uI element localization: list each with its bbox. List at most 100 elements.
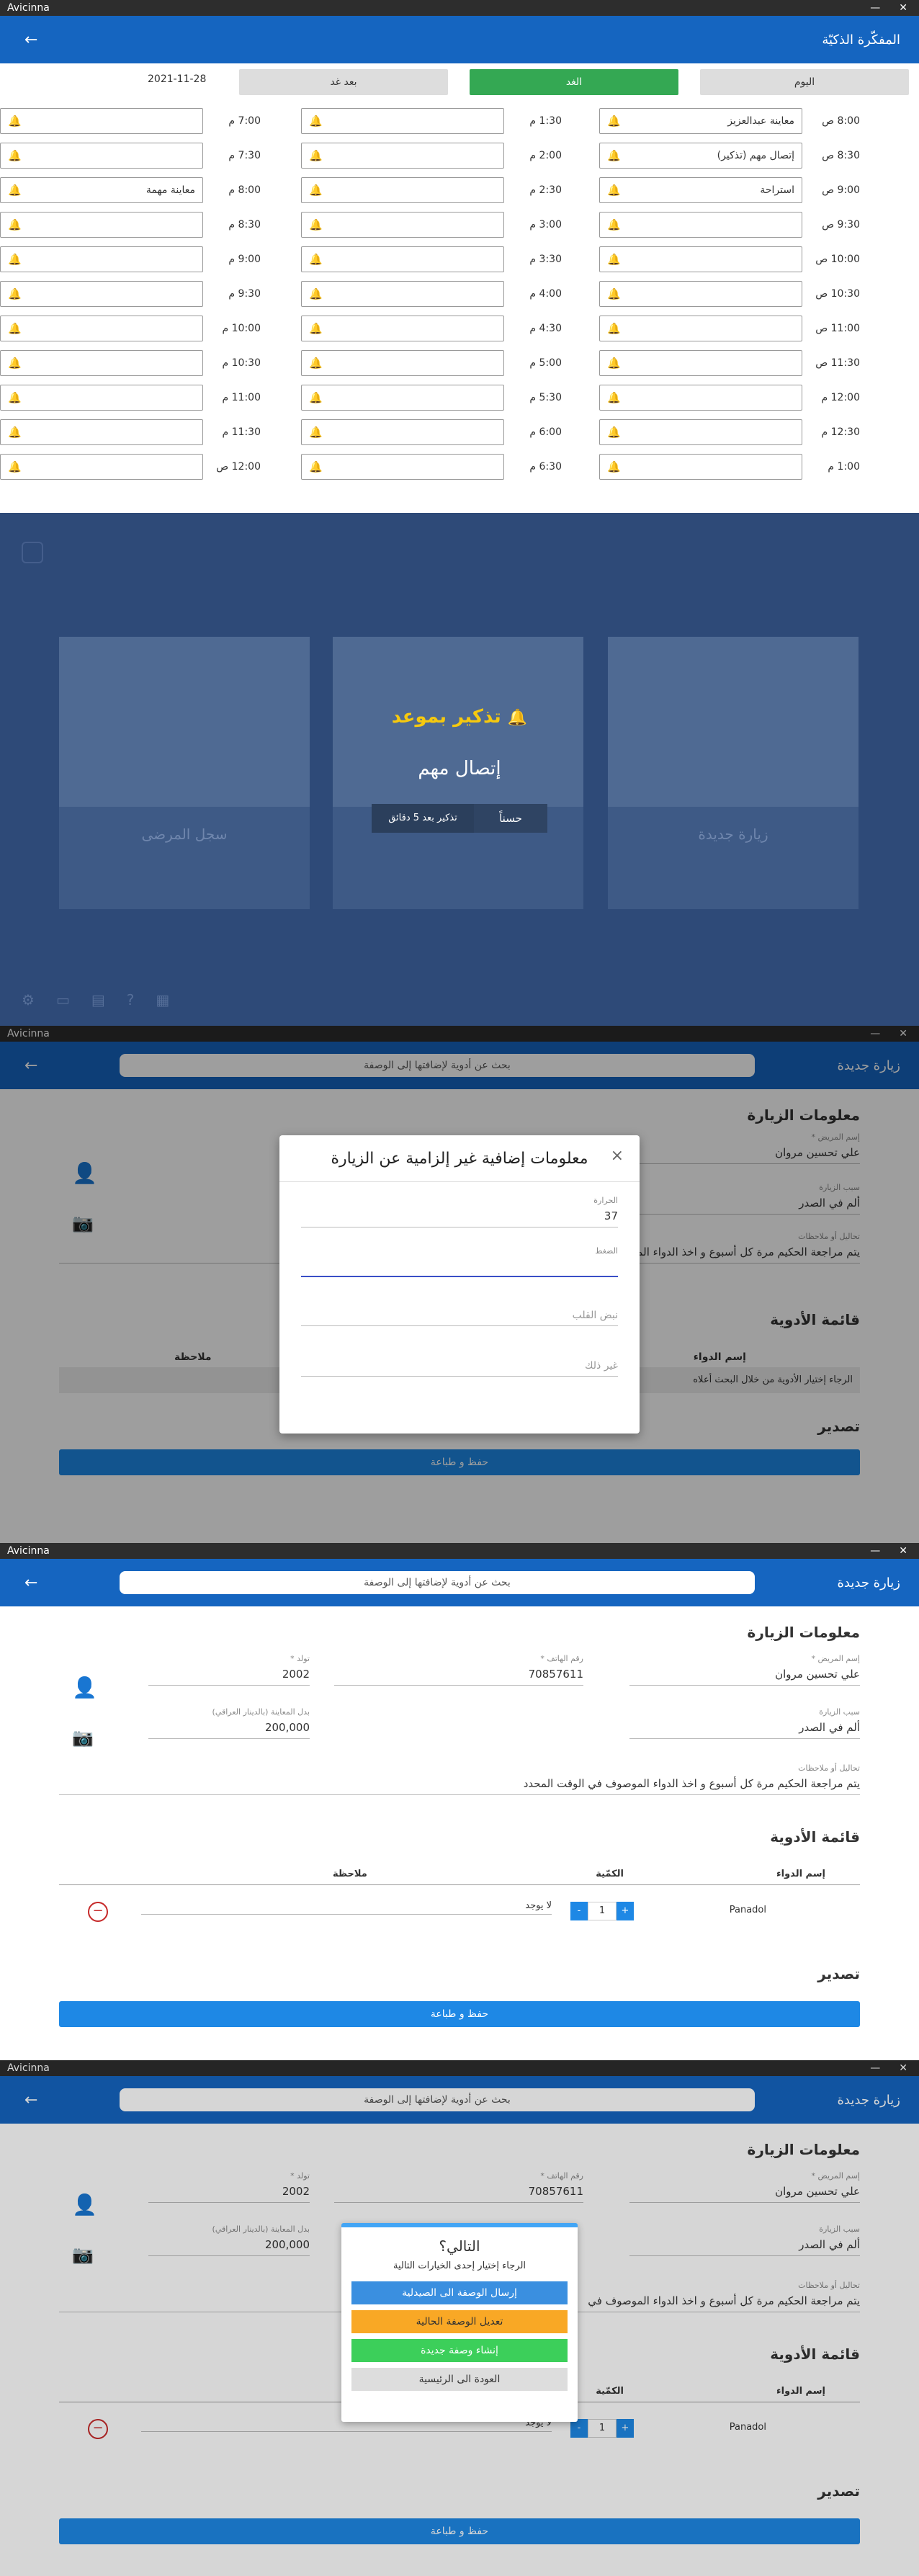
document-icon[interactable]: ▭ — [56, 991, 70, 1009]
remove-icon[interactable]: − — [88, 1902, 108, 1922]
minimize-button[interactable]: — — [870, 1545, 880, 1557]
search-input[interactable]: بحث عن أدوية لإضافتها إلى الوصفة — [120, 1571, 755, 1594]
phone-field[interactable]: رقم الهاتف * 70857611 — [334, 1654, 583, 1686]
chart-icon[interactable]: ▤ — [91, 991, 105, 1009]
slot-input[interactable]: 🔔 — [0, 212, 203, 238]
bell-icon[interactable]: 🔔 — [8, 150, 22, 161]
bell-icon[interactable]: 🔔 — [309, 392, 323, 403]
bell-icon[interactable]: 🔔 — [607, 254, 621, 265]
bell-icon[interactable]: 🔔 — [309, 323, 323, 334]
bell-icon[interactable]: 🔔 — [8, 288, 22, 300]
slot-input[interactable]: 🔔 — [599, 385, 802, 411]
slot-input[interactable]: 🔔 — [301, 246, 504, 272]
bell-icon[interactable]: 🔔 — [8, 392, 22, 403]
bell-icon[interactable]: 🔔 — [8, 219, 22, 231]
slot-input[interactable]: 🔔 — [0, 143, 203, 169]
close-button[interactable]: ✕ — [899, 2, 907, 14]
slot-input[interactable]: 🔔 — [301, 350, 504, 376]
bell-icon[interactable]: 🔔 — [607, 288, 621, 300]
slot-input[interactable]: 🔔 — [0, 385, 203, 411]
other-field[interactable]: غير ذلك — [301, 1356, 618, 1377]
ok-button[interactable]: حسناً — [474, 804, 547, 833]
bell-icon[interactable]: 🔔 — [8, 323, 22, 334]
bell-icon[interactable]: 🔔 — [8, 184, 22, 196]
slot-input[interactable]: 🔔 — [301, 281, 504, 307]
edit-prescription-button[interactable]: تعديل الوصفة الحالية — [351, 2310, 568, 2333]
slot-input[interactable]: 🔔 — [301, 108, 504, 134]
slot-input[interactable]: 🔔 — [301, 177, 504, 203]
slot-input[interactable]: معاينة مهمة 🔔 — [0, 177, 203, 203]
slot-input[interactable]: 🔔 — [599, 316, 802, 341]
reason-field[interactable]: سبب الزيارة ألم في الصدر — [629, 1707, 860, 1739]
bell-icon[interactable]: 🔔 — [607, 219, 621, 231]
pulse-field[interactable]: نبض القلب — [301, 1305, 618, 1326]
notes-field[interactable]: تحاليل أو ملاحظات يتم مراجعة الحكيم مرة ك… — [59, 1763, 860, 1795]
slot-input[interactable]: 🔔 — [599, 281, 802, 307]
bell-icon[interactable]: 🔔 — [8, 461, 22, 473]
slot-input[interactable]: 🔔 — [599, 212, 802, 238]
pressure-field[interactable]: الضغط — [301, 1246, 618, 1277]
patient-field[interactable]: إسم المريض * علي تحسين مروان — [629, 1654, 860, 1686]
birth-field[interactable]: تولد * 2002 — [148, 1654, 310, 1686]
slot-input[interactable]: 🔔 — [0, 281, 203, 307]
temperature-field[interactable]: الحرارة 37 — [301, 1196, 618, 1227]
minimize-button[interactable]: — — [870, 2, 880, 14]
snooze-button[interactable]: تذكير بعد 5 دقائق — [372, 804, 474, 833]
bell-icon[interactable]: 🔔 — [309, 150, 323, 161]
bell-icon[interactable]: 🔔 — [309, 254, 323, 265]
camera-icon[interactable]: 📷 — [72, 1727, 94, 1748]
quantity-stepper[interactable]: - 1 + — [570, 1902, 634, 1920]
drug-note-field[interactable]: لا يوجد — [141, 1897, 552, 1915]
slot-input[interactable]: 🔔 — [599, 419, 802, 445]
slot-input[interactable]: 🔔 — [301, 316, 504, 341]
bell-icon[interactable]: 🔔 — [309, 184, 323, 196]
slot-input[interactable]: 🔔 — [301, 143, 504, 169]
bell-icon[interactable]: 🔔 — [309, 115, 323, 127]
new-prescription-button[interactable]: إنشاء وصفة جديدة — [351, 2339, 568, 2362]
slot-input[interactable]: 🔔 — [599, 350, 802, 376]
back-arrow-icon[interactable]: ← — [19, 31, 37, 49]
bell-icon[interactable]: 🔔 — [309, 461, 323, 473]
bell-icon[interactable]: 🔔 — [607, 115, 621, 127]
bell-icon[interactable]: 🔔 — [607, 323, 621, 334]
bell-icon[interactable]: 🔔 — [607, 392, 621, 403]
slot-input[interactable]: 🔔 — [0, 316, 203, 341]
quantity-value[interactable]: 1 — [588, 1902, 617, 1920]
tab-tomorrow[interactable]: الغد — [470, 69, 678, 95]
gear-icon[interactable]: ⚙ — [22, 991, 35, 1009]
bell-icon[interactable]: 🔔 — [607, 150, 621, 161]
bell-icon[interactable]: 🔔 — [8, 254, 22, 265]
back-arrow-icon[interactable]: ← — [19, 1574, 37, 1592]
slot-input[interactable]: 🔔 — [301, 419, 504, 445]
slot-input[interactable]: 🔔 — [301, 454, 504, 480]
slot-input[interactable]: 🔔 — [0, 350, 203, 376]
close-icon[interactable]: × — [611, 1147, 624, 1165]
slot-input[interactable]: 🔔 — [0, 454, 203, 480]
bell-icon[interactable]: 🔔 — [8, 357, 22, 369]
back-home-button[interactable]: العودة الى الرئيسية — [351, 2368, 568, 2391]
bell-icon[interactable]: 🔔 — [8, 115, 22, 127]
slot-input[interactable]: إتصال مهم (تذكير) 🔔 — [599, 143, 802, 169]
slot-input[interactable]: 🔔 — [301, 385, 504, 411]
slot-input[interactable]: 🔔 — [0, 108, 203, 134]
save-print-button[interactable]: حفظ و طباعة — [59, 2001, 860, 2027]
slot-input[interactable]: 🔔 — [0, 419, 203, 445]
bell-icon[interactable]: 🔔 — [607, 357, 621, 369]
bell-icon[interactable]: 🔔 — [309, 219, 323, 231]
person-icon[interactable]: 👤 — [72, 1676, 97, 1699]
bell-icon[interactable]: 🔔 — [309, 288, 323, 300]
bell-icon[interactable]: 🔔 — [607, 461, 621, 473]
slot-input[interactable]: 🔔 — [599, 454, 802, 480]
slot-input[interactable]: 🔔 — [301, 212, 504, 238]
decrement-button[interactable]: - — [570, 1902, 588, 1920]
grid-icon[interactable]: ▦ — [156, 991, 169, 1009]
bell-icon[interactable]: 🔔 — [8, 426, 22, 438]
slot-input[interactable]: استراحة 🔔 — [599, 177, 802, 203]
tab-after-tomorrow[interactable]: بعد غد — [239, 69, 448, 95]
send-to-pharmacy-button[interactable]: إرسال الوصفة الى الصيدلية — [351, 2281, 568, 2304]
bell-icon[interactable]: 🔔 — [607, 184, 621, 196]
slot-input[interactable]: 🔔 — [599, 246, 802, 272]
fee-field[interactable]: بدل المعاينة (بالدينار العراقي) 200,000 — [148, 1707, 310, 1739]
bell-icon[interactable]: 🔔 — [309, 357, 323, 369]
slot-input[interactable]: معاينة عبدالعزيز 🔔 — [599, 108, 802, 134]
